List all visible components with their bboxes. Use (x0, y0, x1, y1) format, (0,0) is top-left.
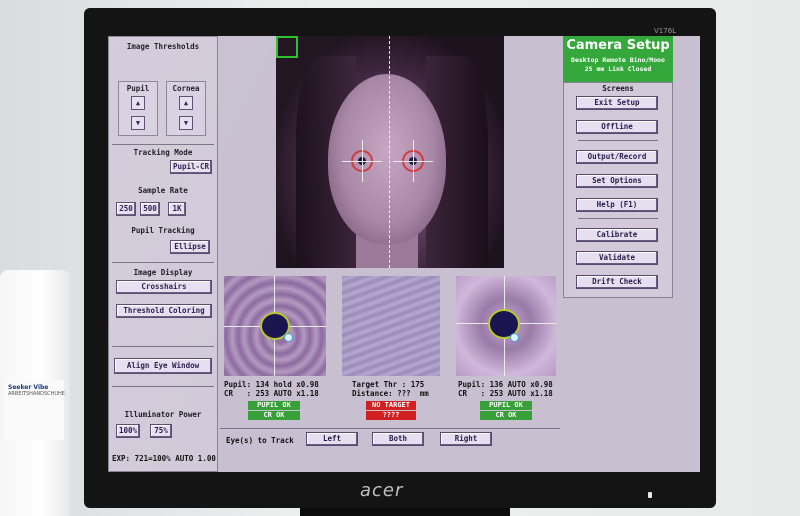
sample-rate-250-button[interactable]: 250 (116, 202, 136, 216)
tracker-mode: Desktop Remote Bino/Mono (571, 56, 665, 64)
pupil-threshold-up-button[interactable]: ▲ (131, 96, 145, 110)
right-pupil-status-badge: PUPIL OK (480, 401, 532, 410)
image-thresholds-title: Image Thresholds (126, 42, 200, 51)
divider (112, 386, 214, 387)
right-cr-icon (510, 333, 519, 342)
bottle-label: Seeker Vibe ARBEITSHANDSCHUHE (4, 380, 65, 440)
sample-rate-title: Sample Rate (138, 186, 188, 195)
sample-rate-1k-button[interactable]: 1K (168, 202, 186, 216)
align-eye-window-button[interactable]: Align Eye Window (114, 358, 212, 374)
crosshair-v (362, 140, 363, 182)
threshold-coloring-button[interactable]: Threshold Coloring (116, 304, 212, 318)
camera-center-line (389, 36, 390, 268)
monitor-brand-logo: acer (360, 480, 404, 501)
track-both-eyes-button[interactable]: Both (372, 432, 424, 446)
illuminator-power-title: Illuminator Power (124, 410, 202, 419)
no-target-badge: NO TARGET (366, 401, 416, 410)
pupil-threshold-down-button[interactable]: ▼ (131, 116, 145, 130)
target-distance-readout: Distance: ??? mm (352, 389, 429, 398)
crosshairs-button[interactable]: Crosshairs (116, 280, 212, 294)
screens-panel (563, 82, 673, 298)
cornea-threshold-label: Cornea (172, 84, 200, 93)
validate-button[interactable]: Validate (576, 251, 658, 265)
tracking-mode-title: Tracking Mode (133, 148, 193, 157)
camera-setup-header: Camera Setup Desktop Remote Bino/Mono 25… (563, 36, 673, 82)
cornea-threshold-down-button[interactable]: ▼ (179, 116, 193, 130)
divider (578, 218, 658, 219)
eyelink-screen: Image Thresholds Pupil ▲ ▼ Cornea ▲ ▼ Tr… (108, 36, 700, 472)
right-cr-status-badge: CR OK (480, 411, 532, 420)
help-button[interactable]: Help (F1) (576, 198, 658, 212)
monitor-stand (300, 508, 510, 516)
camera-window-corner[interactable] (276, 36, 298, 58)
exit-setup-button[interactable]: Exit Setup (576, 96, 658, 110)
track-left-eye-button[interactable]: Left (306, 432, 358, 446)
pupil-threshold-label: Pupil (126, 84, 150, 93)
set-options-button[interactable]: Set Options (576, 174, 658, 188)
page-title: Camera Setup (566, 38, 670, 53)
pupil-tracking-title: Pupil Tracking (131, 226, 195, 235)
bottle-label-title: Seeker Vibe (8, 384, 49, 391)
left-eye-camera[interactable] (224, 276, 326, 376)
divider (112, 346, 214, 347)
calibrate-button[interactable]: Calibrate (576, 228, 658, 242)
camera-image[interactable] (276, 36, 504, 268)
illuminator-75-button[interactable]: 75% (150, 424, 172, 438)
target-camera[interactable] (342, 276, 440, 376)
divider (112, 144, 214, 145)
bottle-label-text: ARBEITSHANDSCHUHE (8, 391, 65, 397)
drift-check-button[interactable]: Drift Check (576, 275, 658, 289)
right-eye-cr-readout: CR : 253 AUTO x1.18 (458, 389, 553, 398)
left-eye-cr-readout: CR : 253 AUTO x1.18 (224, 389, 319, 398)
pupil-tracking-ellipse-button[interactable]: Ellipse (170, 240, 210, 254)
right-eye-camera[interactable] (456, 276, 556, 376)
target-threshold-readout: Target Thr : 175 (352, 380, 425, 389)
image-display-title: Image Display (133, 268, 193, 277)
illuminator-100-button[interactable]: 100% (116, 424, 140, 438)
eyes-to-track-label: Eye(s) to Track (226, 436, 294, 445)
offline-button[interactable]: Offline (576, 120, 658, 134)
divider (112, 262, 214, 263)
output-record-button[interactable]: Output/Record (576, 150, 658, 164)
power-led-icon[interactable] (648, 492, 652, 498)
divider (220, 428, 560, 429)
cornea-threshold-up-button[interactable]: ▲ (179, 96, 193, 110)
track-right-eye-button[interactable]: Right (440, 432, 492, 446)
screens-title: Screens (602, 84, 634, 93)
exposure-readout: EXP: 721=100% AUTO 1.00 (112, 454, 216, 463)
left-eye-pupil-readout: Pupil: 134 hold x0.98 (224, 380, 319, 389)
divider (578, 140, 658, 141)
camera-subject-face (328, 74, 446, 244)
right-eye-pupil-readout: Pupil: 136 AUTO x0.98 (458, 380, 553, 389)
left-cr-icon (284, 333, 293, 342)
tracker-link-status: 25 mm Link Closed (584, 65, 652, 73)
left-pupil-status-badge: PUPIL OK (248, 401, 300, 410)
tracking-mode-button[interactable]: Pupil-CR (170, 160, 212, 174)
left-cr-status-badge: CR OK (248, 411, 300, 420)
monitor-model: V176L (654, 27, 677, 35)
crosshair-v (413, 140, 414, 182)
sample-rate-500-button[interactable]: 500 (140, 202, 160, 216)
target-unknown-badge: ???? (366, 411, 416, 420)
